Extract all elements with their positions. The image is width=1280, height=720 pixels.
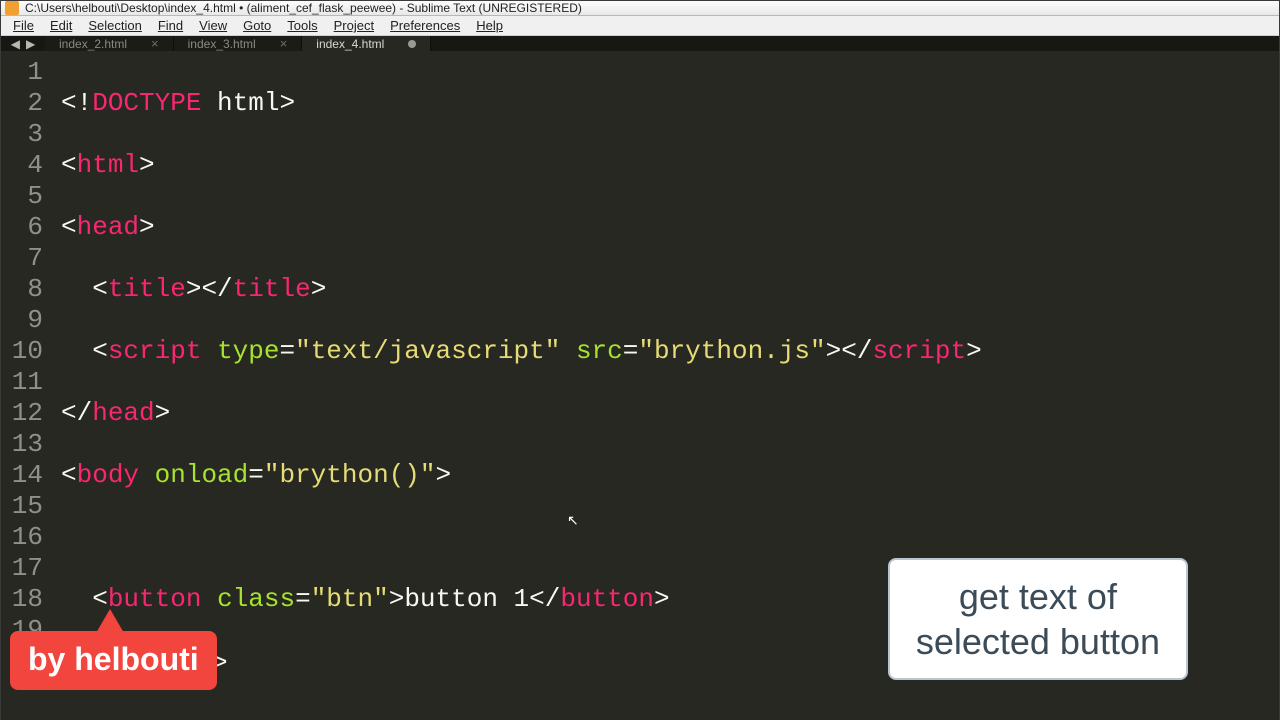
dirty-dot-icon <box>408 40 416 48</box>
tab-label: index_3.html <box>188 37 256 51</box>
tab-nav: ◀ ▶ <box>1 36 45 51</box>
menu-selection[interactable]: Selection <box>80 16 149 35</box>
app-icon <box>5 1 19 15</box>
tab-index2[interactable]: index_2.html × <box>45 36 174 51</box>
mouse-cursor-icon: ↖ <box>567 507 579 538</box>
menu-find[interactable]: Find <box>150 16 191 35</box>
close-icon[interactable]: × <box>151 36 159 51</box>
annotation-note: get text of selected button <box>888 558 1188 680</box>
close-icon[interactable]: × <box>280 36 288 51</box>
menu-preferences[interactable]: Preferences <box>382 16 468 35</box>
window-title: C:\Users\helbouti\Desktop\index_4.html •… <box>25 1 582 15</box>
author-badge: by helbouti <box>10 631 217 690</box>
tab-label: index_2.html <box>59 37 127 51</box>
tab-index3[interactable]: index_3.html × <box>174 36 303 51</box>
menu-file[interactable]: File <box>5 16 42 35</box>
nav-fwd-icon[interactable]: ▶ <box>26 37 35 51</box>
menu-help[interactable]: Help <box>468 16 511 35</box>
gutter: 1234567891011121314151617181920 <box>1 51 55 720</box>
tab-index4[interactable]: index_4.html <box>302 36 431 51</box>
menu-edit[interactable]: Edit <box>42 16 80 35</box>
tab-label: index_4.html <box>316 37 384 51</box>
title-bar[interactable]: C:\Users\helbouti\Desktop\index_4.html •… <box>1 1 1279 16</box>
menu-goto[interactable]: Goto <box>235 16 279 35</box>
menu-project[interactable]: Project <box>326 16 382 35</box>
menu-bar: File Edit Selection Find View Goto Tools… <box>1 16 1279 36</box>
menu-view[interactable]: View <box>191 16 235 35</box>
tab-bar: ◀ ▶ index_2.html × index_3.html × index_… <box>1 36 1279 51</box>
menu-tools[interactable]: Tools <box>279 16 325 35</box>
app-window: C:\Users\helbouti\Desktop\index_4.html •… <box>0 0 1280 720</box>
nav-back-icon[interactable]: ◀ <box>11 37 20 51</box>
